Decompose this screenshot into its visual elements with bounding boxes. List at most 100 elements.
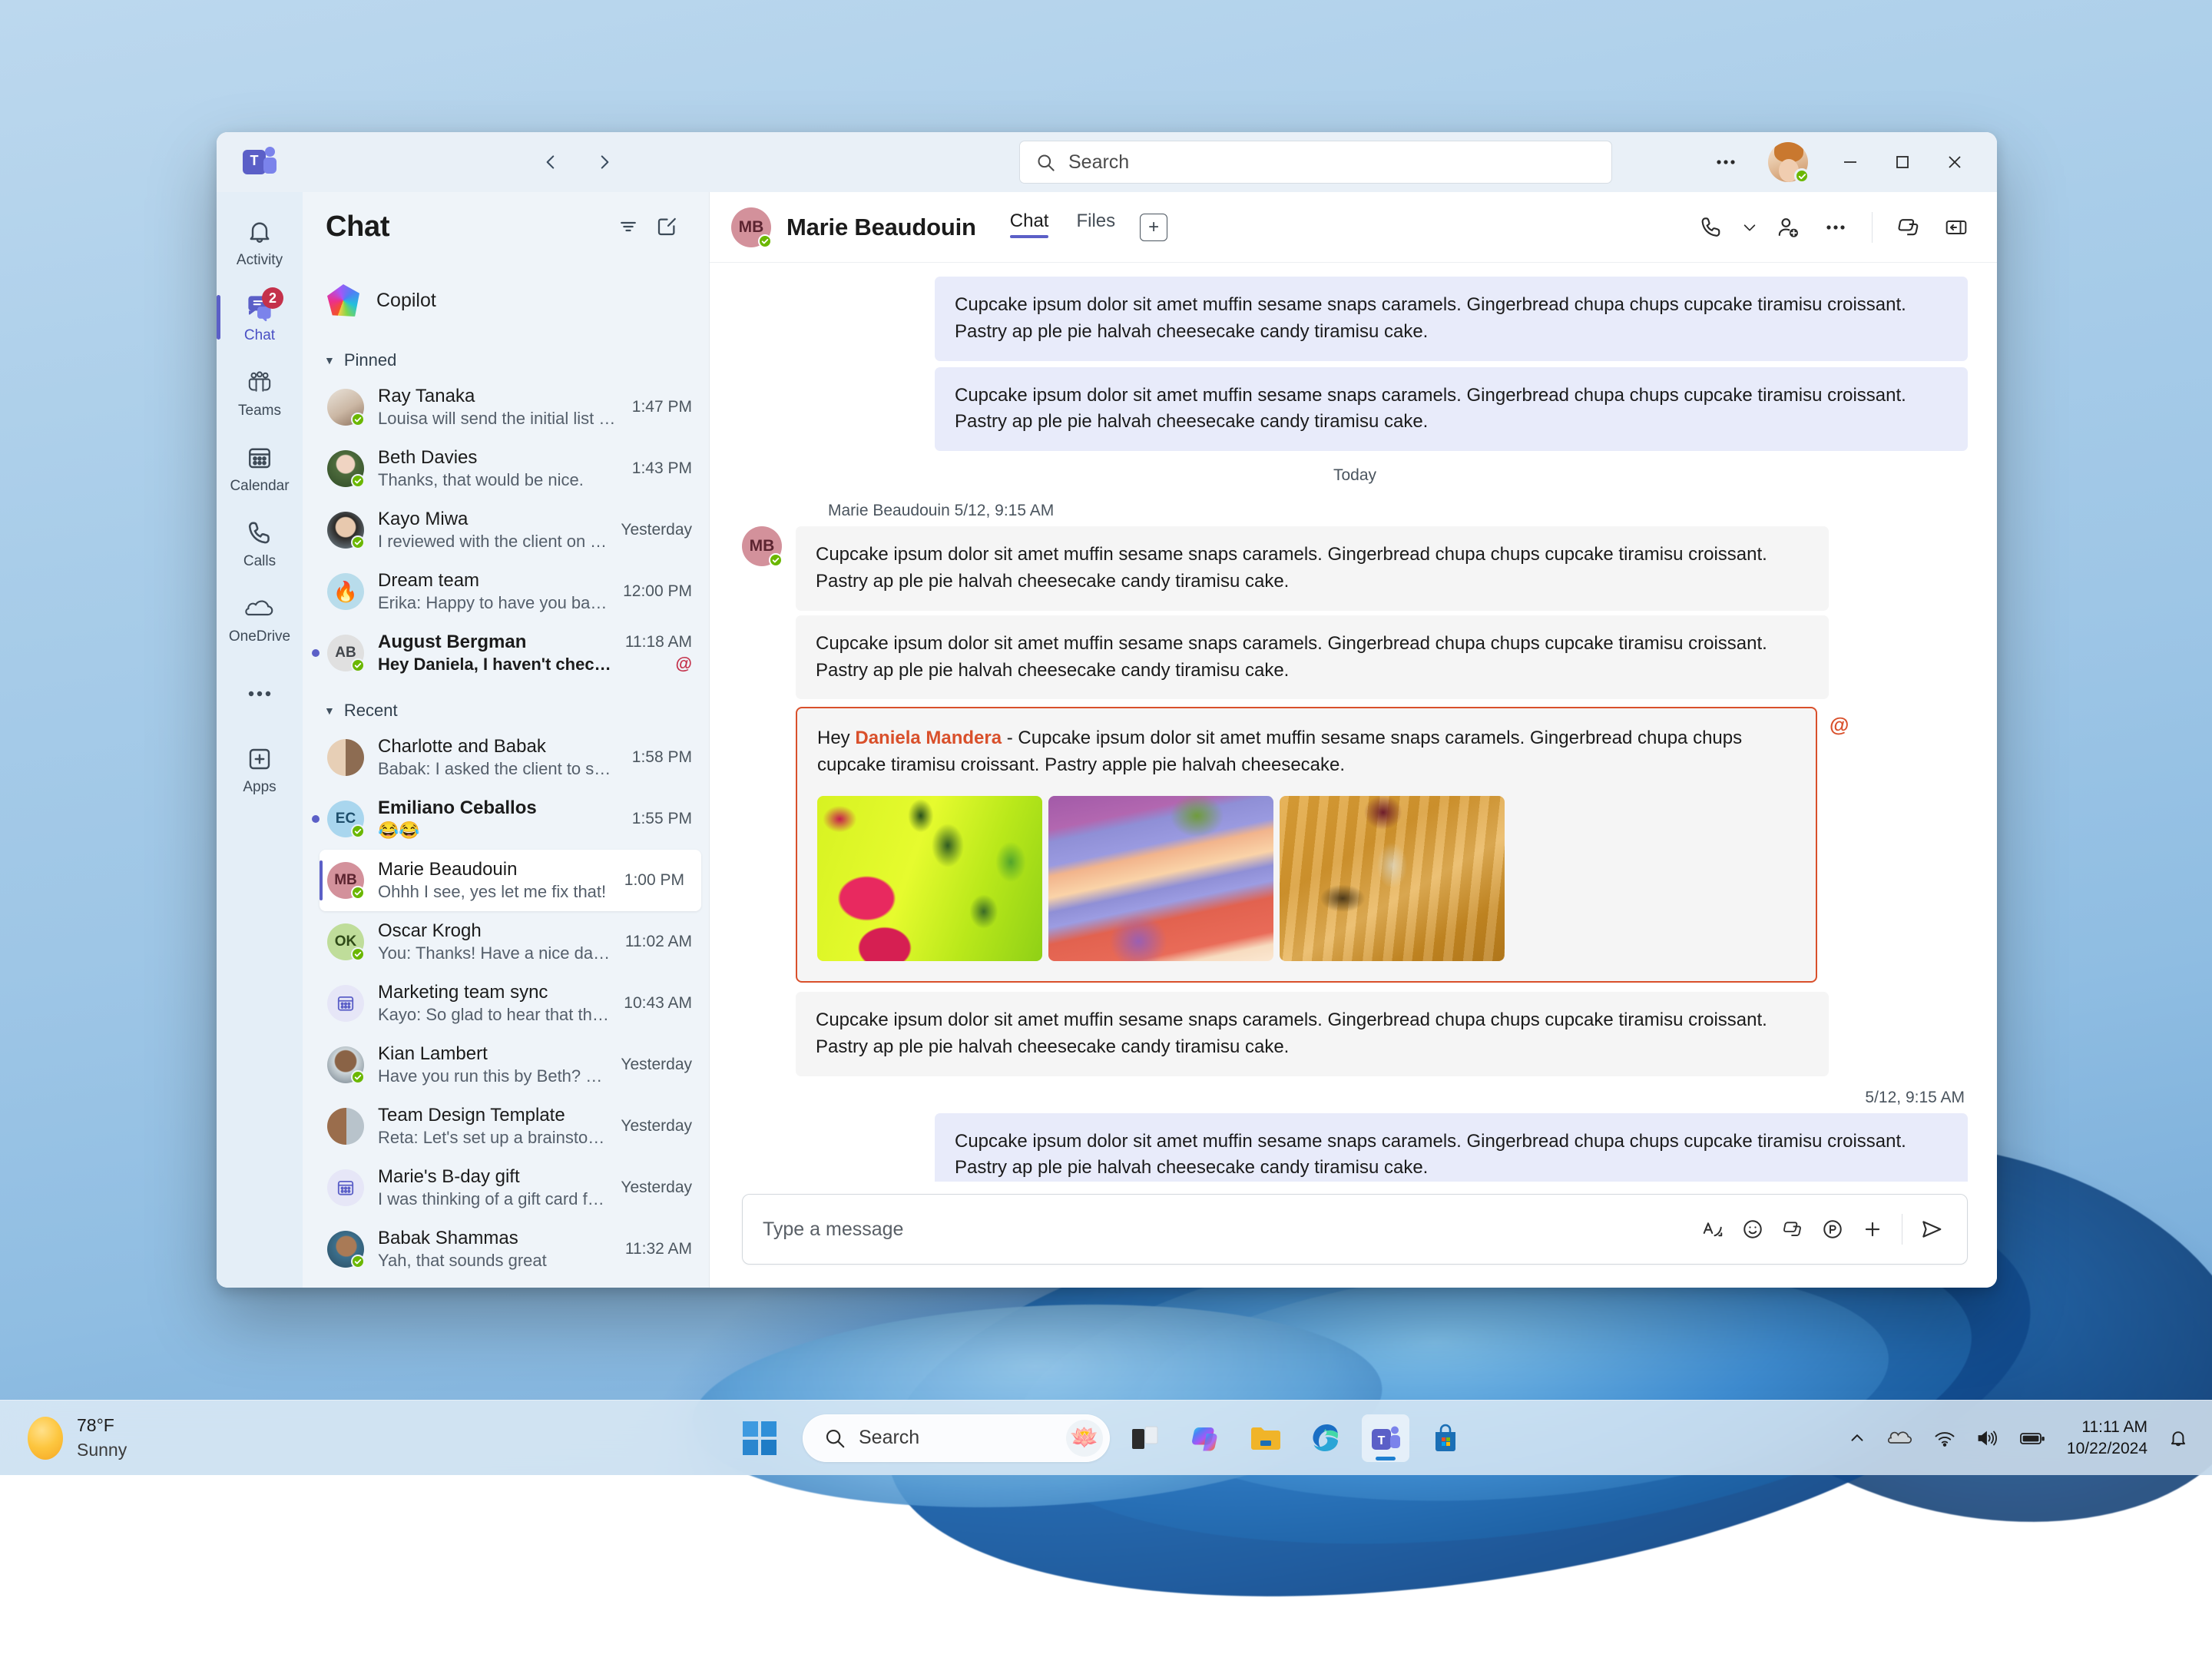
image-attachment-rose[interactable] — [817, 796, 1042, 961]
list-item-preview: Thanks, that would be nice. — [378, 470, 618, 490]
contact-name: Marie Beaudouin — [786, 214, 976, 241]
call-options-chevron-icon[interactable] — [1737, 205, 1763, 250]
avatar: MB — [327, 862, 364, 899]
rail-item-onedrive[interactable]: OneDrive — [217, 581, 303, 656]
rail-item-calls[interactable]: Calls — [217, 506, 303, 581]
wifi-icon[interactable] — [1933, 1428, 1956, 1448]
list-item[interactable]: Ray Tanaka Louisa will send the initial … — [303, 376, 709, 438]
presence-available-icon — [351, 658, 365, 672]
list-item[interactable]: OK Oscar Krogh You: Thanks! Have a nice … — [303, 911, 709, 973]
weather-widget[interactable]: 78°F Sunny — [28, 1414, 127, 1461]
list-item[interactable]: Marie's B-day gift I was thinking of a g… — [303, 1157, 709, 1218]
show-hidden-icons-button[interactable] — [1847, 1428, 1867, 1448]
back-button[interactable] — [530, 141, 571, 183]
group-header-recent[interactable]: ▼ Recent — [303, 684, 709, 727]
list-item-name: Marketing team sync — [378, 982, 610, 1003]
open-chat-details-button[interactable] — [1934, 205, 1979, 250]
list-item[interactable]: Babak Shammas Yah, that sounds great 11:… — [303, 1218, 709, 1280]
edge-app-button[interactable] — [1302, 1414, 1349, 1462]
calendar-icon — [327, 985, 364, 1022]
global-search-input[interactable]: Search — [1019, 141, 1612, 184]
sticker-button[interactable] — [1813, 1209, 1853, 1249]
list-item[interactable]: Marketing team sync Kayo: So glad to hea… — [303, 973, 709, 1034]
chat-list-item-copilot[interactable]: Copilot — [303, 267, 709, 333]
mention-greeting: Hey — [817, 728, 855, 748]
list-item-selected[interactable]: MB Marie Beaudouin Ohhh I see, yes let m… — [320, 850, 701, 911]
date-divider: Today — [742, 466, 1968, 485]
add-tab-button[interactable]: + — [1140, 214, 1167, 241]
rail-label: Calls — [243, 553, 276, 570]
maximize-button[interactable] — [1880, 140, 1925, 184]
list-item[interactable]: Kian Lambert Have you run this by Beth? … — [303, 1034, 709, 1096]
minimize-button[interactable] — [1828, 140, 1873, 184]
list-item-preview: Yah, that sounds great — [378, 1251, 611, 1271]
message-thread[interactable]: Cupcake ipsum dolor sit amet muffin sesa… — [710, 263, 1997, 1182]
mention-message-text: Hey Daniela Mandera - Cupcake ipsum dolo… — [817, 725, 1796, 779]
list-item[interactable]: Beth Davies Thanks, that would be nice. … — [303, 438, 709, 499]
rail-label: OneDrive — [229, 628, 290, 645]
list-item-preview: I was thinking of a gift card for... — [378, 1189, 607, 1209]
group-label: Pinned — [344, 350, 397, 370]
rail-item-calendar[interactable]: Calendar — [217, 430, 303, 506]
image-attachment-abstract-landscape[interactable] — [1048, 796, 1273, 961]
emoji-button[interactable] — [1733, 1209, 1773, 1249]
list-item[interactable]: AB August Bergman Hey Daniela, I haven't… — [303, 622, 709, 684]
rail-item-chat[interactable]: 2 Chat — [217, 280, 303, 355]
battery-icon[interactable] — [2019, 1429, 2047, 1447]
new-chat-button[interactable] — [647, 207, 686, 246]
copilot-app-button[interactable] — [1182, 1414, 1230, 1462]
list-item-name: August Bergman — [378, 632, 611, 653]
list-item-name: Marie Beaudouin — [378, 859, 611, 880]
rail-item-activity[interactable]: Activity — [217, 204, 303, 280]
store-app-button[interactable] — [1422, 1414, 1469, 1462]
list-item[interactable]: Team Design Template Reta: Let's set up … — [303, 1096, 709, 1157]
tab-files[interactable]: Files — [1065, 206, 1126, 249]
list-item[interactable]: EC Emiliano Ceballos 😂😂 1:55 PM — [303, 788, 709, 850]
list-item[interactable]: Kayo Miwa I reviewed with the client on … — [303, 499, 709, 561]
lotus-icon[interactable]: 🪷 — [1066, 1420, 1103, 1457]
clock[interactable]: 11:11 AM 10/22/2024 — [2067, 1417, 2147, 1459]
mention-card: Hey Daniela Mandera - Cupcake ipsum dolo… — [796, 707, 1817, 983]
list-item-preview: You: Thanks! Have a nice day, I... — [378, 943, 611, 963]
tab-chat[interactable]: Chat — [999, 206, 1060, 249]
filter-button[interactable] — [609, 207, 647, 246]
list-item-time: 1:55 PM — [632, 810, 692, 828]
settings-and-more-button[interactable] — [1704, 140, 1748, 184]
send-button[interactable] — [1912, 1209, 1952, 1249]
format-button[interactable] — [1693, 1209, 1733, 1249]
more-options-button[interactable] — [1853, 1209, 1892, 1249]
avatar — [327, 450, 364, 487]
message-composer[interactable]: Type a message — [742, 1194, 1968, 1265]
notifications-bell-icon[interactable] — [2167, 1427, 2189, 1449]
presence-available-icon — [758, 234, 772, 248]
volume-icon[interactable] — [1976, 1428, 1999, 1448]
rail-item-apps[interactable]: Apps — [217, 731, 303, 807]
more-options-button[interactable] — [1813, 205, 1858, 250]
list-item-name: Marie's B-day gift — [378, 1166, 607, 1188]
rail-item-teams[interactable]: Teams — [217, 355, 303, 430]
add-people-button[interactable] — [1766, 205, 1810, 250]
forward-button[interactable] — [584, 141, 625, 183]
chevron-down-icon: ▼ — [324, 354, 335, 366]
copilot-button[interactable] — [1886, 205, 1931, 250]
group-header-pinned[interactable]: ▼ Pinned — [303, 333, 709, 376]
taskbar-search-input[interactable]: Search 🪷 — [803, 1414, 1110, 1462]
current-user-avatar[interactable] — [1768, 142, 1808, 182]
onedrive-tray-icon[interactable] — [1887, 1428, 1913, 1448]
message-text: Cupcake ipsum dolor sit amet muffin sesa… — [796, 526, 1829, 611]
file-explorer-app-button[interactable] — [1242, 1414, 1290, 1462]
list-item[interactable]: Charlotte and Babak Babak: I asked the c… — [303, 727, 709, 788]
chat-list-scroll[interactable]: Copilot ▼ Pinned Ray Tanaka Louisa will … — [303, 261, 709, 1288]
list-item-time: 11:02 AM — [625, 933, 692, 951]
rail-label: Calendar — [230, 478, 289, 495]
taskview-button[interactable] — [1122, 1414, 1170, 1462]
close-button[interactable] — [1932, 140, 1977, 184]
list-item[interactable]: 🔥 Dream team Erika: Happy to have you ba… — [303, 561, 709, 622]
rail-item-more[interactable] — [217, 656, 303, 731]
copilot-button[interactable] — [1773, 1209, 1813, 1249]
image-attachment-golden-still-life[interactable] — [1280, 796, 1505, 961]
video-call-button[interactable] — [1689, 205, 1734, 250]
start-button[interactable] — [743, 1421, 777, 1455]
message-incoming-mention: Hey Daniela Mandera - Cupcake ipsum dolo… — [796, 707, 1968, 983]
teams-app-button[interactable]: T — [1362, 1414, 1409, 1462]
